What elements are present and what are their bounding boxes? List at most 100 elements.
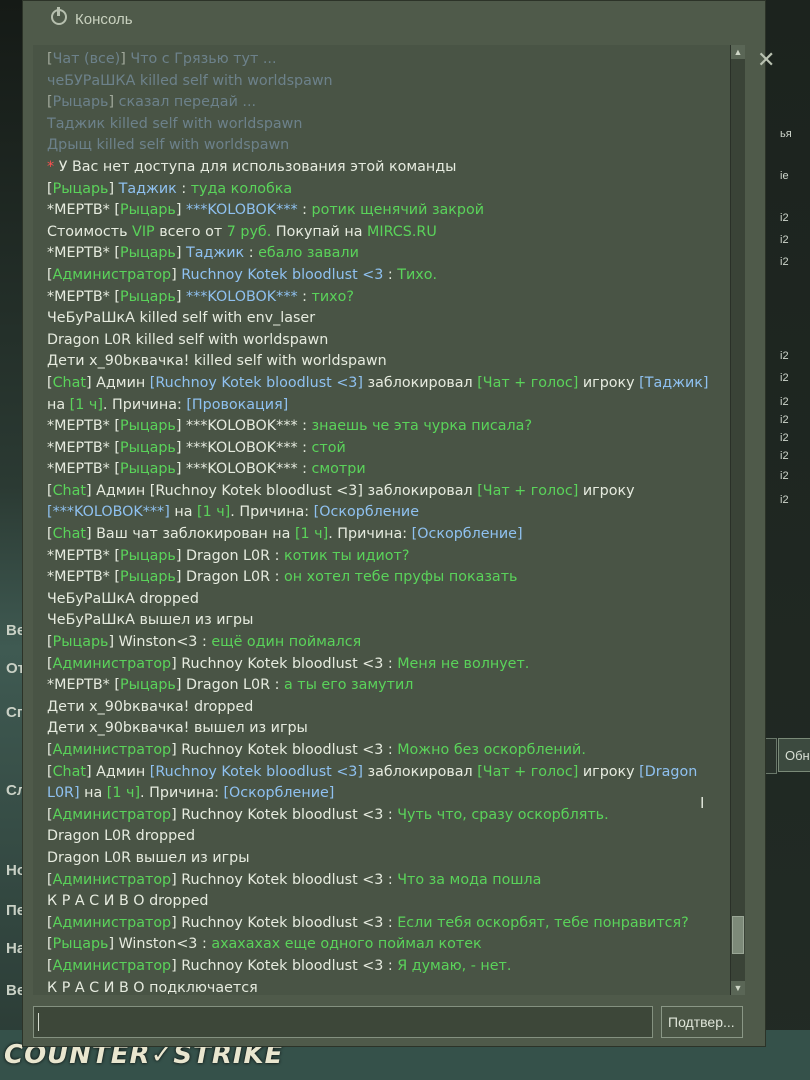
console-line: на [1 ч]. Причина: [Провокация] bbox=[33, 395, 733, 417]
title-bar[interactable]: Консоль bbox=[23, 1, 765, 41]
close-button[interactable]: ✕ bbox=[757, 49, 775, 71]
console-segment: Ruchnoy Kotek bloodlust <3 bbox=[181, 266, 384, 283]
console-line: *МЕРТВ* [Рыцарь] Таджик : ебало завали bbox=[33, 243, 733, 265]
console-segment: ротик щенячий закрой bbox=[311, 202, 485, 219]
console-segment: : bbox=[297, 202, 312, 219]
console-segment: [1 ч] bbox=[294, 526, 329, 543]
text-cursor-icon: I bbox=[700, 795, 705, 812]
console-line: [Chat] Админ [Ruchnoy Kotek bloodlust <3… bbox=[33, 762, 733, 784]
console-segment: Администратор bbox=[52, 806, 172, 823]
console-segment: ] Ваш чат заблокирован на bbox=[86, 526, 295, 543]
console-segment: Таджик bbox=[118, 180, 177, 197]
console-line: [Chat] Админ [Ruchnoy Kotek bloodlust <3… bbox=[33, 481, 733, 503]
command-input[interactable] bbox=[33, 1006, 653, 1038]
console-segment: . Причина: bbox=[230, 504, 314, 521]
console-segment: Дети x_90bквачка! вышел из игры bbox=[47, 720, 308, 737]
console-segment: ебало завали bbox=[258, 245, 359, 262]
console-line: К Р А С И В О подключается bbox=[33, 978, 733, 995]
console-segment: [Чат + голос] bbox=[477, 374, 579, 391]
console-segment: ] bbox=[175, 202, 186, 219]
console-segment: ] Winston<3 : bbox=[108, 936, 212, 953]
console-segment: Стоимость bbox=[47, 223, 133, 240]
console-segment: *МЕРТВ* [ bbox=[47, 677, 120, 694]
console-segment: Dragon L0R dropped bbox=[47, 828, 196, 845]
scroll-up-arrow-icon[interactable]: ▲ bbox=[731, 45, 745, 59]
console-segment: *МЕРТВ* [ bbox=[47, 569, 120, 586]
submit-button[interactable]: Подтвер... bbox=[661, 1006, 743, 1038]
console-line: Dragon L0R killed self with worldspawn bbox=[33, 330, 733, 352]
console-segment: Рыцарь bbox=[119, 202, 176, 219]
console-segment: Chat bbox=[52, 526, 86, 543]
console-segment: : bbox=[297, 418, 312, 435]
console-segment: К Р А С И В О dropped bbox=[47, 893, 209, 910]
console-segment: MIRCS.RU bbox=[367, 223, 437, 240]
input-caret bbox=[38, 1013, 39, 1031]
console-segment: Рыцарь bbox=[52, 94, 109, 111]
background-column-value: ie bbox=[780, 170, 789, 182]
console-segment: игроку bbox=[578, 763, 640, 780]
console-segment: смотри bbox=[311, 461, 366, 478]
console-segment: Тихо. bbox=[397, 266, 438, 283]
console-segment: стой bbox=[311, 439, 346, 456]
console-segment: [Таджик] bbox=[639, 374, 709, 391]
console-segment: Таджик killed self with worldspawn bbox=[47, 115, 303, 132]
background-column-value: i2 bbox=[780, 396, 789, 408]
console-segment: Рыцарь bbox=[119, 439, 176, 456]
console-segment: [Dragon bbox=[639, 763, 698, 780]
console-segment: заблокировал bbox=[362, 763, 478, 780]
console-segment: Рыцарь bbox=[119, 569, 176, 586]
console-segment: [1 ч] bbox=[69, 396, 103, 413]
console-line: Дети x_90bквачка! dropped bbox=[33, 697, 733, 719]
console-segment: туда колобка bbox=[190, 180, 293, 197]
console-segment: ] bbox=[108, 94, 119, 111]
console-segment: Рыцарь bbox=[119, 418, 176, 435]
background-column-value: i2 bbox=[780, 372, 789, 384]
console-line: [Рыцарь] Таджик : туда колобка bbox=[33, 179, 733, 201]
console-log[interactable]: [Чат (все)] Что с Грязью тут ... чеБУРаШК… bbox=[33, 45, 738, 995]
console-line: К Р А С И В О dropped bbox=[33, 891, 733, 913]
console-line: *МЕРТВ* [Рыцарь] ***KOLOBOK*** : тихо? bbox=[33, 287, 733, 309]
console-segment: : bbox=[176, 180, 191, 197]
console-segment: К Р А С И В О подключается bbox=[47, 979, 258, 995]
console-segment: У Вас нет доступа для использования этой… bbox=[58, 158, 457, 175]
console-segment: на bbox=[79, 785, 107, 802]
console-line: [Администратор] Ruchnoy Kotek bloodlust … bbox=[33, 805, 733, 827]
console-segment: Рыцарь bbox=[119, 288, 176, 305]
background-input bbox=[765, 738, 777, 774]
console-scrollbar[interactable]: ▲ ▼ bbox=[730, 45, 745, 995]
console-line: [Рыцарь] Winston<3 : ещё один поймался bbox=[33, 632, 733, 654]
console-segment: ***KOLOBOK*** bbox=[185, 288, 298, 305]
console-segment: ] bbox=[175, 461, 186, 478]
console-segment: : bbox=[297, 461, 312, 478]
console-segment: *МЕРТВ* [ bbox=[47, 439, 120, 456]
console-segment: ] Dragon L0R : bbox=[175, 547, 284, 564]
console-line: *МЕРТВ* [Рыцарь] Dragon L0R : он хотел т… bbox=[33, 567, 733, 589]
background-column-value: i2 bbox=[780, 350, 789, 362]
console-segment: ] Админ [Ruchnoy Kotek bloodlust <3] заб… bbox=[86, 482, 478, 499]
scrollbar-thumb[interactable] bbox=[732, 916, 744, 955]
console-line: [Администратор] Ruchnoy Kotek bloodlust … bbox=[33, 870, 733, 892]
console-line: [Рыцарь] сказал передай ... bbox=[33, 92, 733, 114]
console-segment: . Причина: bbox=[328, 526, 412, 543]
console-line: *МЕРТВ* [Рыцарь] ***KOLOBOK*** : ротик щ… bbox=[33, 200, 733, 222]
background-column-value: i2 bbox=[780, 212, 789, 224]
background-column-value: i2 bbox=[780, 414, 789, 426]
console-segment: Если тебя оскорбят, тебе понравится? bbox=[397, 914, 689, 931]
console-segment: ] Ruchnoy Kotek bloodlust <3 : bbox=[171, 655, 398, 672]
console-segment: Chat bbox=[52, 374, 86, 391]
console-segment: Меня не волнует. bbox=[397, 655, 530, 672]
console-line: [Chat] Ваш чат заблокирован на [1 ч]. Пр… bbox=[33, 524, 733, 546]
console-segment: ещё один поймался bbox=[211, 634, 362, 651]
console-segment: Дети x_90bквачка! killed self with world… bbox=[47, 353, 387, 370]
console-line: Стоимость VIP всего от 7 руб. Покупай на… bbox=[33, 222, 733, 244]
console-line: [Администратор] Ruchnoy Kotek bloodlust … bbox=[33, 956, 733, 978]
console-segment: ... bbox=[258, 51, 277, 67]
console-segment: Dragon L0R вышел из игры bbox=[47, 849, 250, 866]
console-segment: ] bbox=[171, 266, 182, 283]
background-column-value: i2 bbox=[780, 470, 789, 482]
console-segment: *МЕРТВ* [ bbox=[47, 288, 120, 305]
console-segment: Рыцарь bbox=[119, 461, 176, 478]
console-segment: Рыцарь bbox=[52, 936, 109, 953]
scroll-down-arrow-icon[interactable]: ▼ bbox=[731, 981, 745, 995]
console-segment: L0R] bbox=[47, 785, 80, 802]
